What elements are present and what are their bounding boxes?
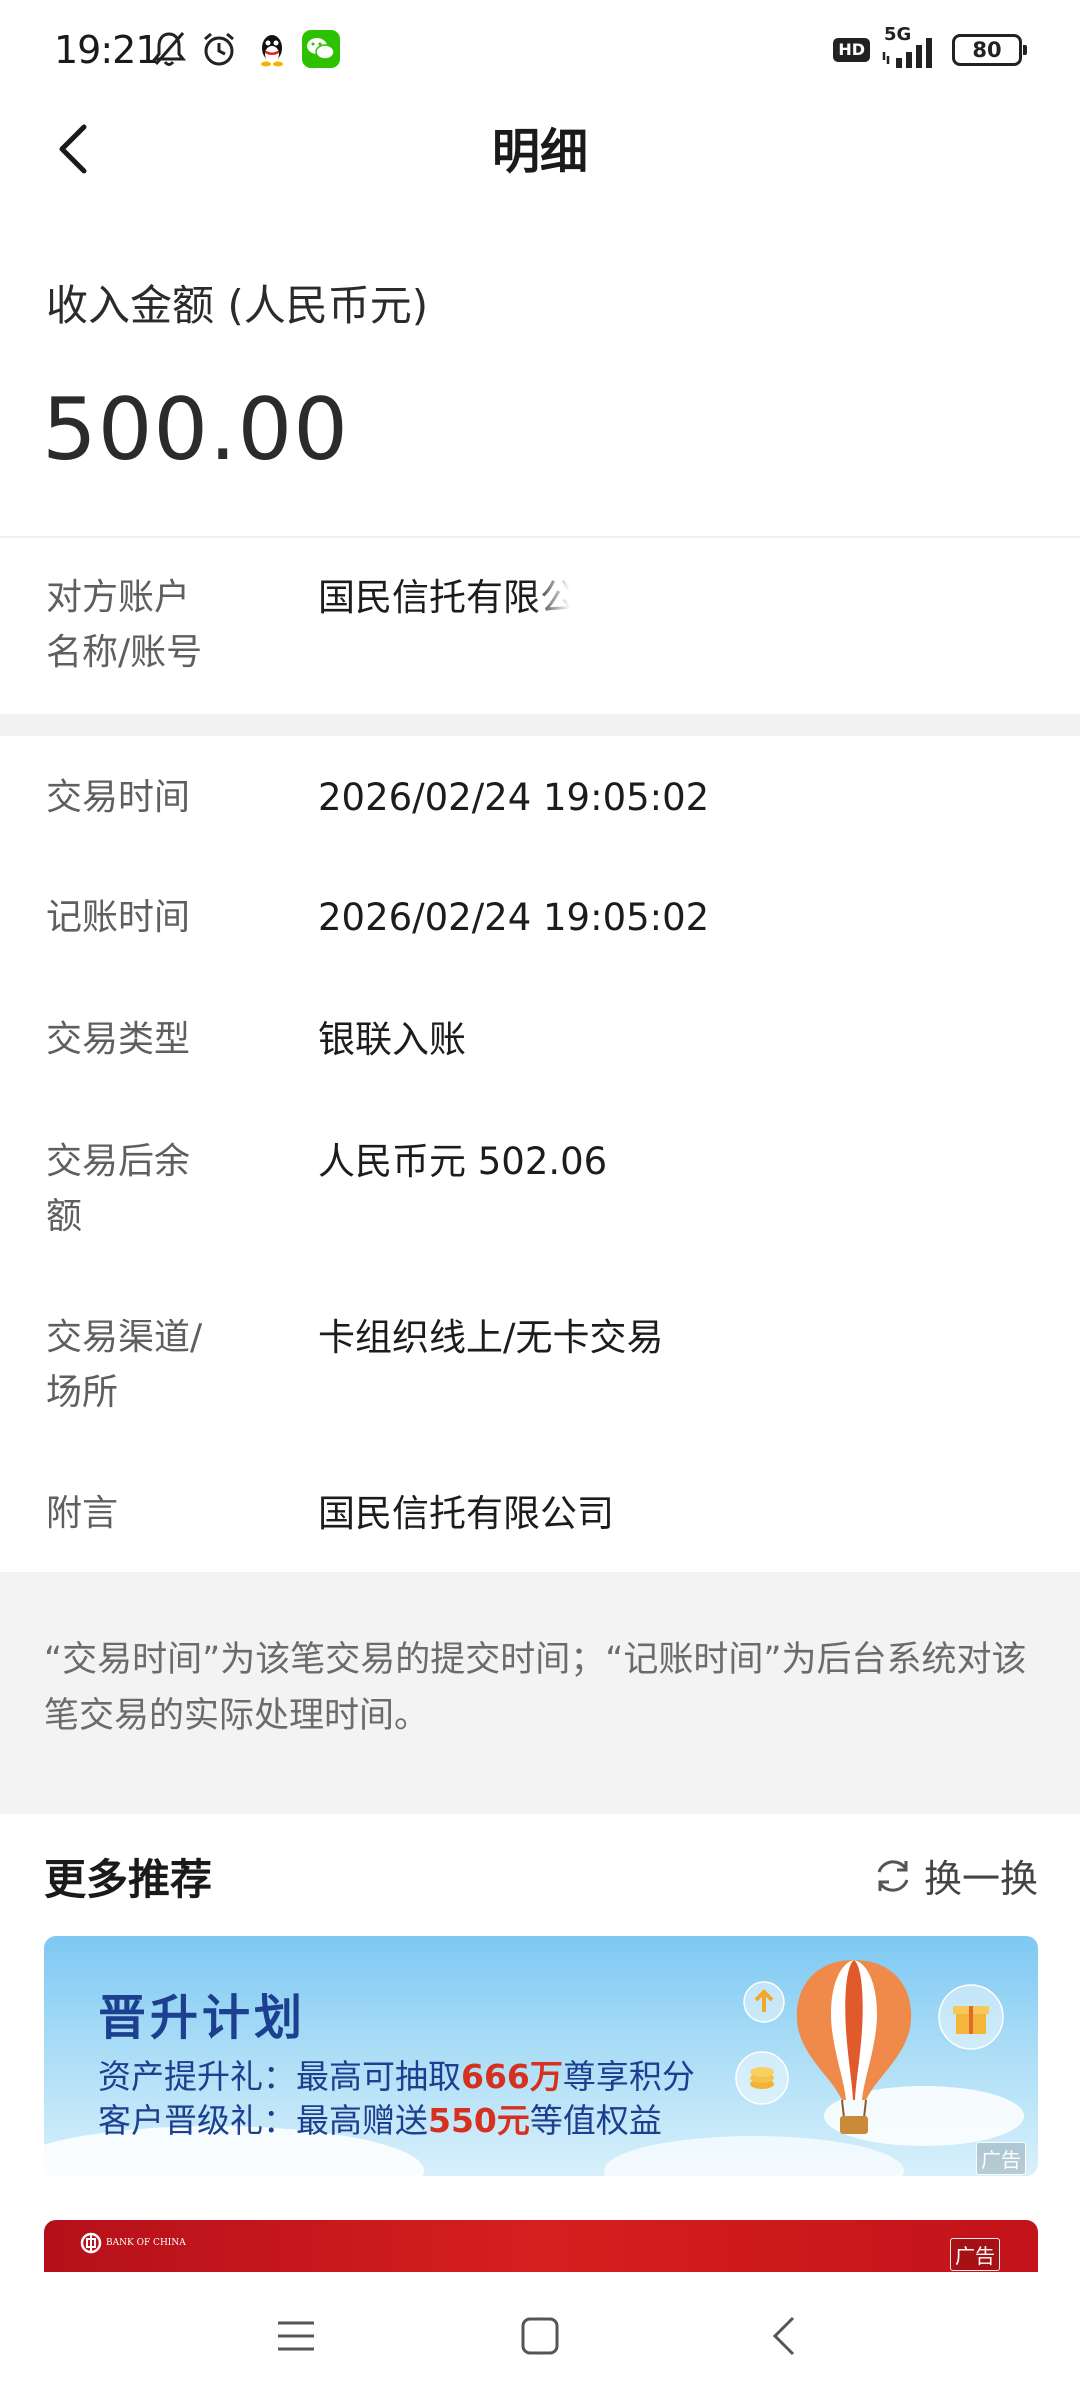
balloon-icon [796, 1960, 912, 2134]
section-divider [0, 714, 1080, 736]
banner-text: 等值权益 [529, 2101, 662, 2140]
page-header: 明细 [0, 100, 1080, 200]
banner-line-1: 资产提升礼：最高可抽取666万尊享积分 [98, 2050, 695, 2098]
banner-text: 客户晋级礼：最高赠送 [98, 2101, 428, 2140]
detail-label: 交易渠道/场所 [46, 1317, 203, 1413]
promo-banner-bank-of-china[interactable]: BANK OF CHINA 广告 [44, 2220, 1038, 2272]
refresh-label: 换一换 [923, 1857, 1038, 1901]
detail-value: 银联入账 [318, 1018, 466, 1061]
detail-label: 附言 [46, 1493, 119, 1534]
qq-icon [261, 35, 283, 67]
home-square-icon [521, 2317, 559, 2355]
counterparty-value: 国民信托有限公 [318, 576, 570, 619]
nav-home-button[interactable] [510, 2306, 570, 2366]
detail-label: 交易后余额 [46, 1141, 191, 1237]
detail-value: 2026/02/24 19:05:02 [318, 776, 710, 819]
alarm-icon [204, 32, 234, 66]
section-title-more: 更多推荐 [44, 1855, 213, 1904]
boc-brand-text: BANK OF CHINA [106, 2238, 186, 2248]
signal-icon [882, 38, 932, 68]
battery-indicator: 80 [952, 34, 1027, 66]
banner-highlight: 550元 [428, 2101, 530, 2140]
promo-banner-promotion-plan[interactable]: 晋升计划 资产提升礼：最高可抽取666万尊享积分 客户晋级礼：最高赠送550元等… [44, 1936, 1038, 2176]
banner-text: 资产提升礼：最高可抽取 [98, 2057, 461, 2096]
boc-logo: BANK OF CHINA [80, 2232, 186, 2254]
ad-tag: 广告 [976, 2142, 1026, 2175]
status-bar: 19:21 HD 5G 80 [0, 0, 1080, 100]
counterparty-row: 对方账户名称/账号 国民信托有限公 [0, 570, 1080, 680]
detail-value: 2026/02/24 19:05:02 [318, 896, 710, 939]
arrow-up-bubble-icon [743, 1981, 785, 2023]
note-section: “交易时间”为该笔交易的提交时间；“记账时间”为后台系统对该笔交易的实际处理时间… [0, 1572, 1080, 1814]
boc-logo-icon [80, 2232, 102, 2254]
network-type: 5G [880, 24, 942, 70]
amount-label: 收入金额 (人民币元) [46, 281, 429, 330]
menu-icon [278, 2321, 314, 2351]
gift-bubble-icon [938, 1984, 1004, 2050]
note-text: “交易时间”为该笔交易的提交时间；“记账时间”为后台系统对该笔交易的实际处理时间… [44, 1640, 1027, 1736]
bell-off-icon [152, 32, 186, 66]
banner-title: 晋升计划 [98, 1990, 307, 2046]
status-right-group: HD 5G 80 [833, 24, 1027, 72]
detail-value: 卡组织线上/无卡交易 [318, 1316, 664, 1359]
refresh-icon [877, 1859, 909, 1892]
nav-back-button[interactable] [754, 2306, 814, 2366]
status-time: 19:21 [54, 28, 160, 72]
nav-menu-button[interactable] [266, 2306, 326, 2366]
system-nav-bar [0, 2272, 1080, 2400]
divider [0, 536, 1080, 538]
page-title: 明细 [491, 124, 588, 180]
banner-text: 尊享积分 [562, 2057, 695, 2096]
counterparty-label: 对方账户名称/账号 [46, 577, 203, 673]
back-triangle-icon [772, 2316, 795, 2356]
hd-badge: HD [833, 38, 870, 62]
detail-value: 人民币元 502.06 [318, 1140, 608, 1183]
detail-value: 国民信托有限公司 [318, 1492, 614, 1535]
detail-label: 交易类型 [46, 1019, 191, 1060]
ad-tag: 广告 [950, 2238, 1000, 2271]
coins-bubble-icon [735, 2051, 789, 2105]
banner-line-2: 客户晋级礼：最高赠送550元等值权益 [98, 2094, 662, 2142]
amount-value: 500.00 [42, 380, 349, 480]
refresh-button[interactable]: 换一换 [872, 1848, 1038, 1903]
banner-highlight: 666万 [461, 2057, 563, 2096]
detail-label: 交易时间 [46, 777, 191, 818]
detail-label: 记账时间 [46, 897, 191, 938]
wechat-icon [302, 30, 340, 68]
